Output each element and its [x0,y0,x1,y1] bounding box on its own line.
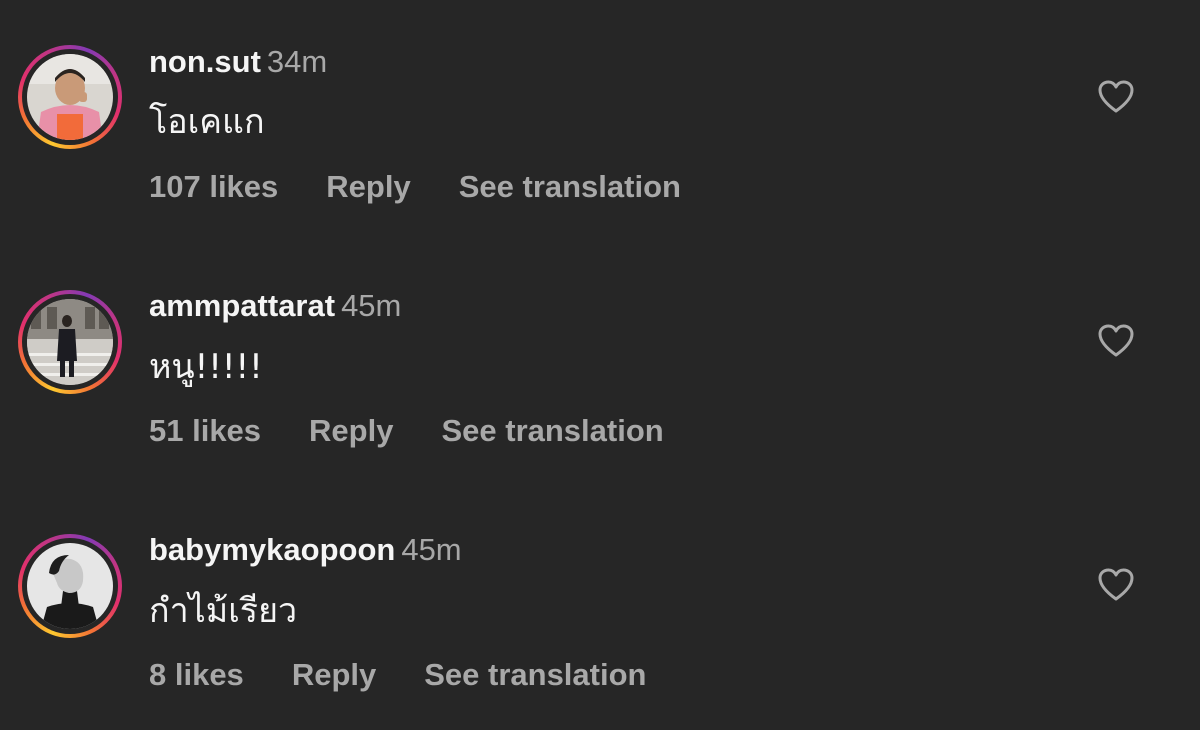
avatar-frame [22,538,118,634]
username-link[interactable]: ammpattarat [149,288,335,323]
likes-count[interactable]: 8 likes [149,657,244,693]
comment-time: 45m [401,532,462,567]
avatar-frame [22,294,118,390]
comment-actions: 8 likes Reply See translation [149,657,646,693]
heart-outline-icon[interactable] [1098,568,1134,602]
username-line: ammpattarat 45m [149,288,401,324]
see-translation-button[interactable]: See translation [424,657,646,693]
reply-button[interactable]: Reply [309,413,393,449]
likes-count[interactable]: 51 likes [149,413,261,449]
story-ring[interactable] [18,290,122,394]
comment-text: กำไม้เรียว [149,591,298,631]
avatar[interactable] [27,299,113,385]
see-translation-button[interactable]: See translation [441,413,663,449]
username-link[interactable]: babymykaopoon [149,532,395,567]
comment-list: non.sut 34m โอเคแก 107 likes Reply See tran… [0,0,1200,730]
comment-time: 45m [341,288,402,323]
story-ring[interactable] [18,534,122,638]
comment-text: หนู!!!!! [149,347,263,387]
avatar[interactable] [27,543,113,629]
comment-actions: 51 likes Reply See translation [149,413,664,449]
reply-button[interactable]: Reply [292,657,376,693]
username-line: babymykaopoon 45m [149,532,462,568]
comment-item: babymykaopoon 45m กำไม้เรียว 8 likes Reply… [0,0,1200,692]
heart-outline-icon[interactable] [1098,324,1134,358]
